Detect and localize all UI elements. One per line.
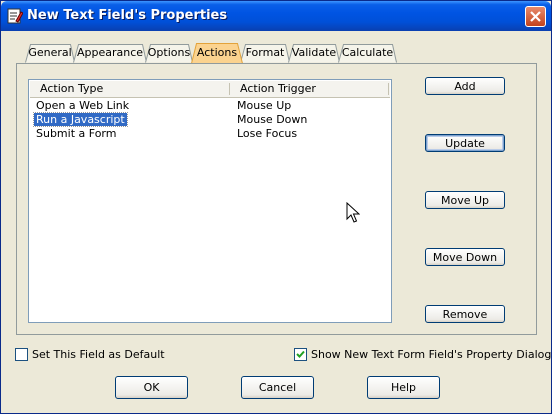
set-default-label[interactable]: Set This Field as Default [32, 348, 165, 361]
move-up-button[interactable]: Move Up [425, 191, 505, 209]
list-header: Action Type Action Trigger [30, 81, 390, 98]
action-trigger-cell: Mouse Down [237, 113, 308, 126]
tab-options[interactable]: Options [145, 44, 193, 63]
tab-label: Actions [196, 46, 238, 59]
document-edit-icon [7, 8, 23, 24]
action-type-cell: Submit a Form [36, 127, 117, 140]
actions-list[interactable]: Action Type Action Trigger Open a Web Li… [28, 79, 392, 323]
title-bar[interactable]: New Text Field's Properties [1, 1, 551, 31]
action-trigger-cell: Mouse Up [237, 99, 292, 112]
cancel-button[interactable]: Cancel [241, 376, 314, 399]
tab-label: Validate [291, 46, 337, 59]
show-dialog-label[interactable]: Show New Text Form Field's Property Dial… [311, 348, 551, 361]
close-button[interactable] [525, 6, 546, 27]
action-type-cell: Open a Web Link [36, 99, 130, 112]
column-header-action-type[interactable]: Action Type [34, 81, 230, 97]
tab-validate[interactable]: Validate [288, 44, 340, 63]
tab-format[interactable]: Format [240, 44, 290, 63]
tab-general[interactable]: General [25, 44, 75, 63]
action-type-cell: Run a Javascript [33, 112, 128, 127]
tab-label: General [28, 46, 72, 59]
tab-label: Calculate [341, 46, 394, 59]
update-button[interactable]: Update [425, 134, 505, 152]
checkmark-icon [296, 350, 305, 358]
set-default-checkbox[interactable] [15, 348, 28, 361]
list-item[interactable]: Open a Web Link Mouse Up [30, 99, 390, 113]
window-title: New Text Field's Properties [27, 8, 228, 23]
add-button[interactable]: Add [425, 77, 505, 95]
tab-label: Appearance [76, 46, 144, 59]
mouse-cursor-icon [346, 202, 360, 223]
tab-label: Options [147, 46, 191, 59]
tab-label: Format [245, 46, 285, 59]
help-button[interactable]: Help [367, 376, 440, 399]
tab-appearance[interactable]: Appearance [73, 44, 147, 63]
column-header-action-trigger[interactable]: Action Trigger [234, 81, 384, 97]
list-item[interactable]: Run a Javascript Mouse Down [30, 112, 390, 127]
close-icon [530, 11, 541, 22]
column-divider [388, 83, 389, 95]
show-dialog-checkbox[interactable] [294, 348, 307, 361]
tab-calculate[interactable]: Calculate [338, 44, 397, 63]
ok-button[interactable]: OK [115, 376, 188, 399]
move-down-button[interactable]: Move Down [425, 248, 505, 266]
tab-actions[interactable]: Actions [191, 43, 243, 64]
column-divider [229, 83, 230, 95]
action-trigger-cell: Lose Focus [237, 127, 298, 140]
properties-dialog: New Text Field's Properties General Appe… [0, 0, 552, 414]
remove-button[interactable]: Remove [425, 305, 505, 323]
list-item[interactable]: Submit a Form Lose Focus [30, 127, 390, 141]
